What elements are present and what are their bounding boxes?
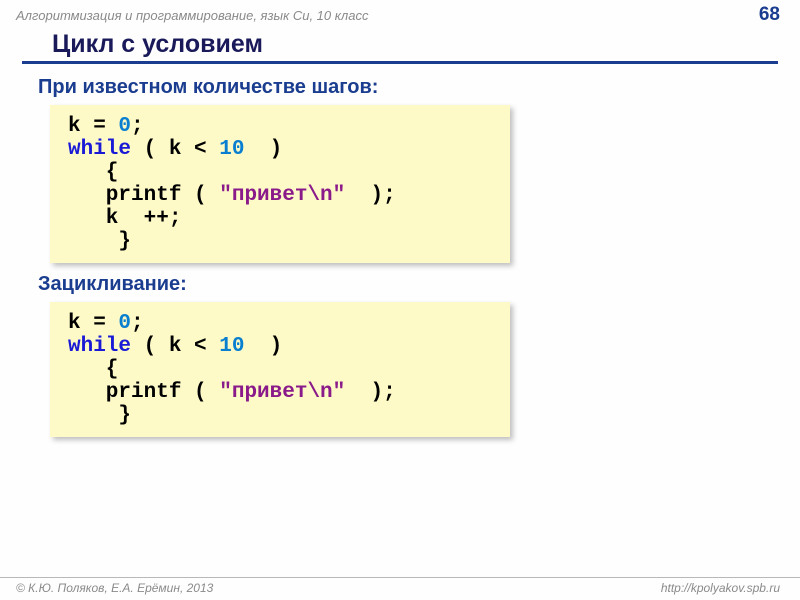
code-token: ( k <: [131, 138, 219, 161]
course-title: Алгоритмизация и программирование, язык …: [16, 8, 368, 23]
code-token: 0: [118, 312, 131, 335]
code-token: printf (: [68, 184, 219, 207]
code-token: ;: [131, 312, 144, 335]
page-number: 68: [759, 4, 780, 26]
slide: Алгоритмизация и программирование, язык …: [0, 0, 800, 600]
code-token: ;: [131, 115, 144, 138]
code-token: ): [244, 335, 282, 358]
section-known-steps-label: При известном количестве шагов:: [0, 72, 800, 105]
code-token: 0: [118, 115, 131, 138]
code-token: while: [68, 138, 131, 161]
code-token: 10: [219, 138, 244, 161]
code-token: {: [68, 161, 118, 184]
copyright-text: © К.Ю. Поляков, Е.А. Ерёмин, 2013: [16, 581, 213, 595]
slide-header: Алгоритмизация и программирование, язык …: [0, 0, 800, 28]
code-token: {: [68, 358, 118, 381]
slide-title: Цикл с условием: [22, 28, 778, 64]
code-token: printf (: [68, 381, 219, 404]
code-token: }: [68, 230, 131, 253]
code-block-known-steps: k = 0; while ( k < 10 ) { printf ( "прив…: [50, 105, 510, 263]
code-token: k =: [68, 115, 118, 138]
code-token: while: [68, 335, 131, 358]
source-url: http://kpolyakov.spb.ru: [661, 581, 780, 595]
slide-footer: © К.Ю. Поляков, Е.А. Ерёмин, 2013 http:/…: [0, 577, 800, 600]
code-token: "привет\n": [219, 184, 345, 207]
code-token: k ++;: [68, 207, 181, 230]
code-token: k =: [68, 312, 118, 335]
code-block-infinite-loop: k = 0; while ( k < 10 ) { printf ( "прив…: [50, 302, 510, 437]
code-token: ): [244, 138, 282, 161]
code-token: );: [345, 381, 395, 404]
code-token: }: [68, 404, 131, 427]
code-token: "привет\n": [219, 381, 345, 404]
section-infinite-loop-label: Зацикливание:: [0, 269, 800, 302]
code-token: ( k <: [131, 335, 219, 358]
code-token: );: [345, 184, 395, 207]
code-token: 10: [219, 335, 244, 358]
